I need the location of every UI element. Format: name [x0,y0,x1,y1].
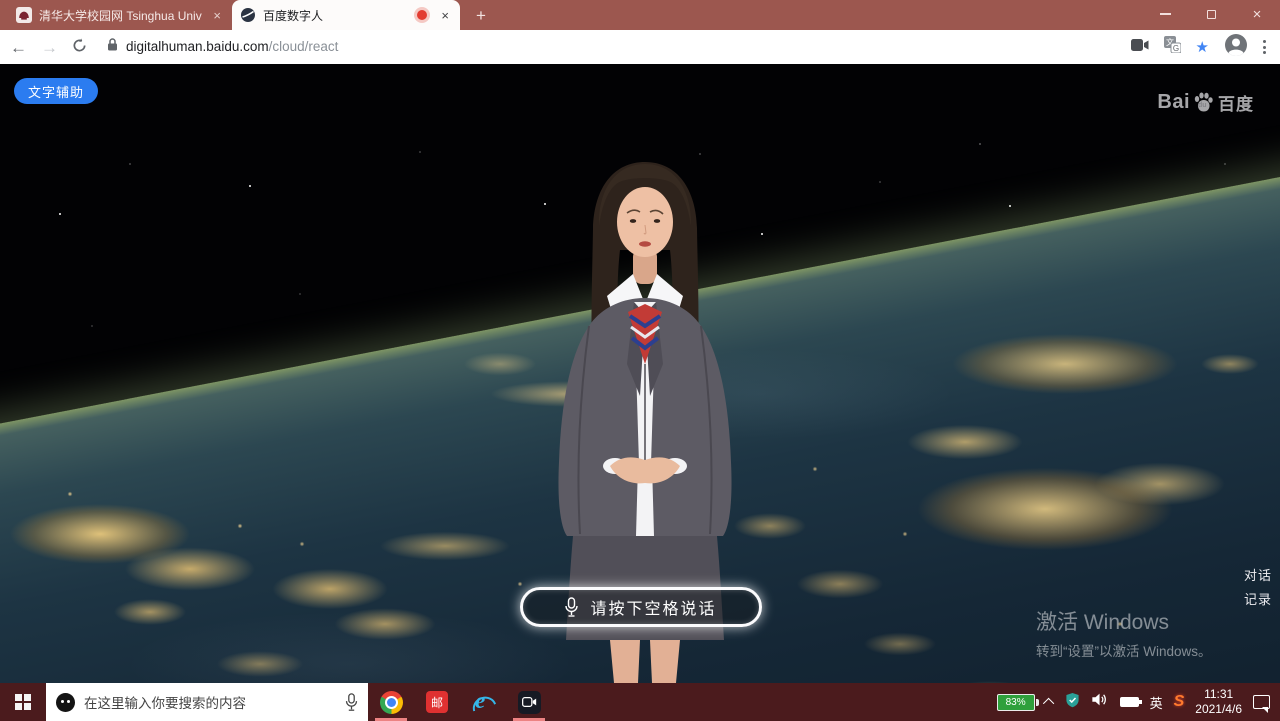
record-tab[interactable]: 记录 [1244,588,1272,612]
svg-text:G: G [1172,44,1178,53]
baidu-logo-cn: 百度 [1218,90,1254,115]
taskbar-search-box[interactable]: 在这里输入你要搜索的内容 [46,683,368,721]
ime-indicator[interactable]: 英 [1150,693,1163,712]
battery-tray-icon[interactable] [1120,697,1139,707]
internet-explorer-icon: e [471,690,495,714]
side-panel-tabs: 对话 记录 [1244,564,1272,612]
tab-close-icon[interactable]: × [210,8,224,23]
maximize-button[interactable] [1188,0,1234,28]
taskbar-mail-button[interactable]: 邮 [414,683,460,721]
camera-app-icon [518,691,541,714]
url-path: /cloud/react [269,39,339,54]
push-to-talk-button[interactable]: 请按下空格说话 [520,587,762,627]
tab-tsinghua[interactable]: 清华大学校园网 Tsinghua Univ × [8,0,232,30]
minimize-icon [1160,13,1171,15]
baidu-paw-icon: du [1191,91,1215,115]
defender-shield-icon[interactable] [1065,692,1080,713]
dialog-tab[interactable]: 对话 [1244,564,1272,588]
minimize-button[interactable] [1142,0,1188,28]
window-controls: × [1142,0,1280,28]
tab-title: 百度数字人 [263,7,410,24]
tsinghua-favicon [16,7,32,23]
reload-icon[interactable] [72,38,87,56]
text-assist-button[interactable]: 文字辅助 [14,78,98,104]
push-to-talk-label: 请按下空格说话 [590,595,716,619]
taskbar-camera-button[interactable] [506,683,552,721]
chevron-up-icon[interactable] [1043,698,1054,709]
taskbar-chrome-button[interactable] [368,683,414,721]
digital-human-favicon [240,7,256,23]
address-bar: ← → digitalhuman.baidu.com/cloud/react 文… [0,30,1280,64]
baidu-logo-text: Bai [1157,91,1190,114]
chrome-icon [380,691,403,714]
mail-icon: 邮 [426,691,448,713]
menu-kebab-icon[interactable] [1263,40,1266,54]
address-bar-actions: 文G ★ [1131,33,1270,62]
camera-in-use-icon[interactable] [1131,38,1149,56]
close-window-button[interactable]: × [1234,0,1280,28]
time: 11:31 [1195,687,1242,702]
clock[interactable]: 11:31 2021/4/6 [1195,687,1242,717]
tab-strip: 清华大学校园网 Tsinghua Univ × 百度数字人 × + × [0,0,1280,30]
activation-subtitle: 转到“设置”以激活 Windows。 [1036,640,1212,660]
action-center-icon[interactable] [1253,695,1270,709]
windows-taskbar: 在这里输入你要搜索的内容 邮 e 83% 英 S 11:31 2021/4/6 [0,683,1280,721]
translate-icon[interactable]: 文G [1164,36,1181,58]
windows-logo-icon [15,694,31,710]
page-viewport: 文字辅助 Bai du 百度 请按下空格说话 对话 记录 激活 Windows … [0,64,1280,683]
tab-digital-human[interactable]: 百度数字人 × [232,0,460,30]
browser-window: 清华大学校园网 Tsinghua Univ × 百度数字人 × + × ← → [0,0,1280,64]
search-placeholder: 在这里输入你要搜索的内容 [84,692,336,712]
start-button[interactable] [0,683,46,721]
new-tab-button[interactable]: + [468,3,494,29]
system-tray: 83% 英 S 11:31 2021/4/6 [997,683,1280,721]
taskbar-ie-button[interactable]: e [460,683,506,721]
date: 2021/4/6 [1195,702,1242,717]
lock-icon [107,38,118,56]
back-icon[interactable]: ← [10,39,27,56]
search-mic-icon[interactable] [345,693,358,712]
sogou-input-icon[interactable]: S [1174,693,1185,711]
microphone-icon [565,597,578,618]
profile-avatar[interactable] [1224,33,1248,62]
cortana-icon [56,693,75,712]
maximize-icon [1207,10,1216,19]
forward-icon[interactable]: → [41,39,58,56]
battery-percent-indicator[interactable]: 83% [997,694,1035,711]
bookmark-star-icon[interactable]: ★ [1196,38,1209,56]
url-field[interactable]: digitalhuman.baidu.com/cloud/react [101,34,1117,60]
recording-indicator-icon [417,10,427,20]
tab-title: 清华大学校园网 Tsinghua Univ [39,7,203,24]
speaker-icon[interactable] [1091,692,1109,712]
tab-close-icon[interactable]: × [438,8,452,23]
url-domain: digitalhuman.baidu.com [126,39,269,54]
windows-activation-watermark: 激活 Windows 转到“设置”以激活 Windows。 [1036,606,1212,660]
baidu-logo: Bai du 百度 [1157,90,1254,115]
activation-title: 激活 Windows [1036,606,1212,636]
